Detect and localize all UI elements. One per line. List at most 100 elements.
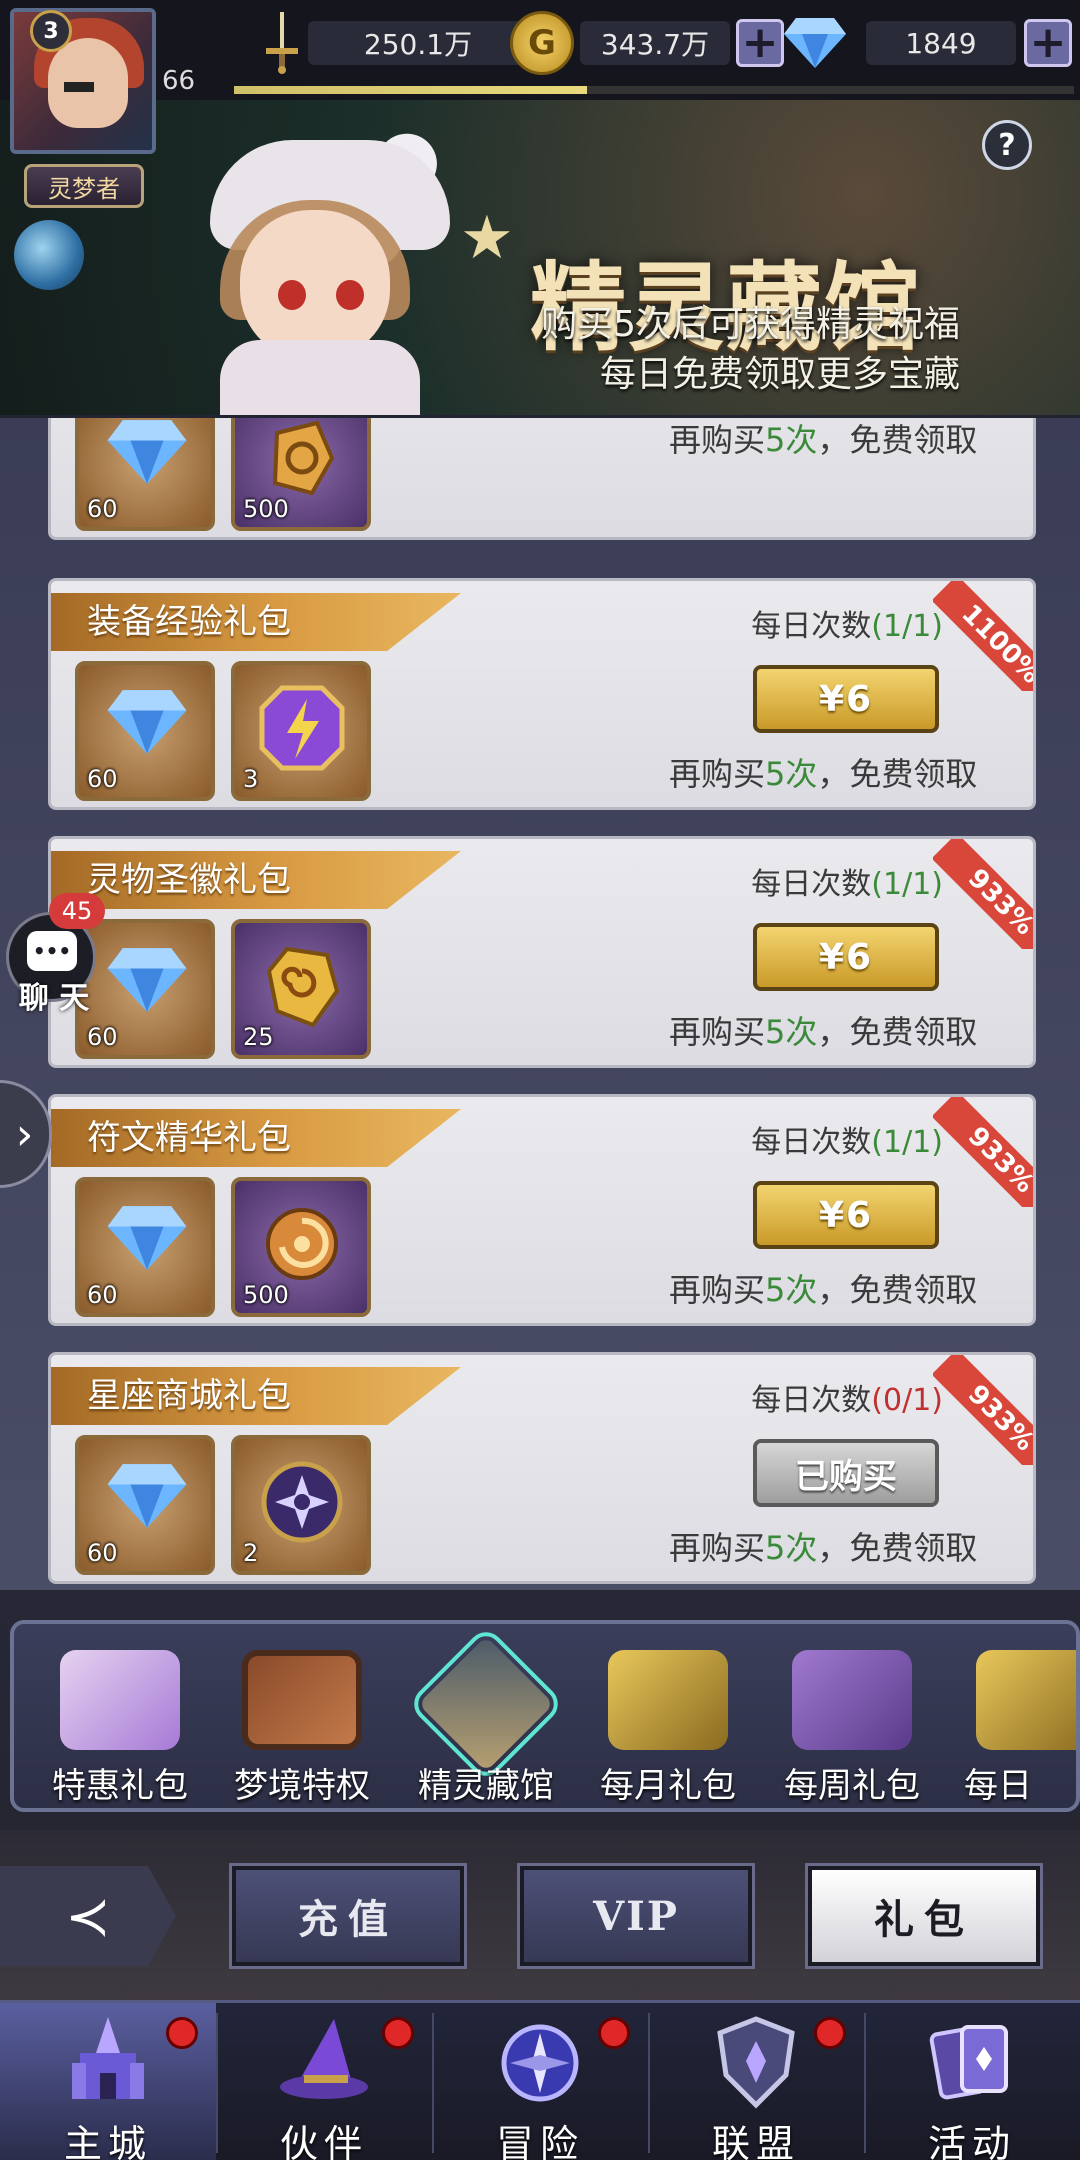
tab-vip[interactable]: VIP	[517, 1863, 755, 1969]
chat-label: 聊 天	[18, 981, 90, 1016]
nav-main-city[interactable]: 主城	[0, 2003, 216, 2160]
diamond-icon	[105, 1461, 189, 1531]
item-qty: 25	[243, 1023, 274, 1051]
gold-resource: G 343.7万 +	[510, 11, 784, 75]
category-label: 每周礼包	[784, 1766, 920, 1806]
diamond-icon	[105, 945, 189, 1015]
bunny-girl-illustration	[180, 123, 480, 415]
pack-card-rune-essence: 符文精华礼包 每日次数(1/1) 933% 60 500 ¥6 再购买5次，免费…	[48, 1094, 1036, 1326]
item-qty: 500	[243, 495, 289, 523]
back-button[interactable]: ≺	[0, 1866, 176, 1966]
item-diamond[interactable]: 60	[75, 418, 215, 531]
player-title[interactable]: 灵梦者	[24, 164, 144, 208]
buy-button[interactable]: ¥6	[753, 665, 939, 733]
item-diamond[interactable]: 60	[75, 1435, 215, 1575]
nav-alliance[interactable]: 联盟	[648, 2003, 864, 2160]
item-diamond[interactable]: 60	[75, 661, 215, 801]
daily-chest-icon	[976, 1650, 1076, 1750]
item-qty: 60	[87, 1023, 118, 1051]
top-resource-bar: 250.1万 G 343.7万 + 1849 + 66	[0, 0, 1080, 100]
category-weekly-gift[interactable]: 每周礼包	[770, 1642, 934, 1808]
category-strip[interactable]: 特惠礼包 梦境特权 精灵藏馆 每月礼包 每周礼包 每日	[10, 1620, 1080, 1812]
nav-partners[interactable]: 伙伴	[216, 2003, 432, 2160]
portrait-frame-icon	[242, 1650, 362, 1750]
item-qty: 60	[87, 1539, 118, 1567]
notification-dot	[598, 2017, 630, 2049]
monthly-chest-icon	[608, 1650, 728, 1750]
category-label: 精灵藏馆	[418, 1766, 554, 1806]
category-label: 每月礼包	[600, 1766, 736, 1806]
item-diamond[interactable]: 60	[75, 1177, 215, 1317]
sword-icon	[258, 10, 306, 74]
daily-count: 每日次数(1/1)	[751, 1125, 943, 1160]
item-secondary[interactable]: 3	[231, 661, 371, 801]
value-ribbon: 933%	[933, 1355, 1033, 1465]
category-spirit-vault[interactable]: 精灵藏馆	[404, 1624, 568, 1808]
category-label: 特惠礼包	[52, 1766, 188, 1806]
buy-button[interactable]: ¥6	[753, 1181, 939, 1249]
spiral-emblem-icon	[257, 941, 347, 1031]
add-gold-button[interactable]: +	[736, 19, 784, 67]
category-monthly-gift[interactable]: 每月礼包	[586, 1642, 750, 1808]
category-dream-privilege[interactable]: 梦境特权	[220, 1642, 384, 1808]
diamond-resource: 1849 +	[782, 18, 1072, 68]
notification-dot	[382, 2017, 414, 2049]
buy-button[interactable]: ¥6	[753, 923, 939, 991]
pack-title: 星座商城礼包	[51, 1367, 461, 1425]
spirit-vault-banner: ★ 精灵藏馆 购买5次后可获得精灵祝福 每日免费领取更多宝藏	[0, 100, 1080, 415]
pack-list[interactable]: 60 500 ¥6 再购买5次，免费领取 装备经验礼包 每日次数(1/1) 11…	[0, 418, 1080, 1590]
nav-label: 联盟	[711, 2122, 800, 2160]
item-secondary[interactable]: 25	[231, 919, 371, 1059]
add-diamond-button[interactable]: +	[1024, 19, 1072, 67]
tab-gift[interactable]: 礼包	[805, 1863, 1043, 1969]
compass-orb-icon	[490, 2013, 590, 2113]
lightning-token-icon	[257, 683, 347, 773]
nav-adventure[interactable]: 冒险	[432, 2003, 648, 2160]
xp-bar-fill	[234, 86, 587, 94]
free-hint: 再购买5次，免费领取	[669, 421, 978, 459]
app: { "player": { "level": "3", "sub_level":…	[0, 0, 1080, 2160]
pack-card-0: 60 500 ¥6 再购买5次，免费领取	[48, 418, 1036, 540]
bought-button[interactable]: 已购买	[753, 1439, 939, 1507]
shield-crest-icon	[706, 2013, 806, 2113]
category-label: 每日	[964, 1766, 1032, 1806]
power-value: 250.1万	[308, 21, 528, 65]
xp-bar	[234, 86, 1074, 94]
potion-icon[interactable]	[14, 220, 84, 290]
pack-title: 符文精华礼包	[51, 1109, 461, 1167]
pack-card-constellation: 星座商城礼包 每日次数(0/1) 933% 60 2 已购买 再购买5次，免费领…	[48, 1352, 1036, 1584]
item-qty: 500	[243, 1281, 289, 1309]
category-special-gift[interactable]: 特惠礼包	[38, 1642, 202, 1808]
chevron-right-icon: ›	[15, 1108, 34, 1160]
category-label: 梦境特权	[234, 1766, 370, 1806]
spirit-vault-icon	[406, 1624, 566, 1784]
item-qty: 60	[87, 495, 118, 523]
gold-value: 343.7万	[580, 21, 730, 65]
pack-title: 装备经验礼包	[51, 593, 461, 651]
castle-icon	[58, 2013, 158, 2113]
item-secondary[interactable]: 500	[231, 1177, 371, 1317]
chat-bubble-icon: •••	[27, 931, 77, 971]
item-qty: 60	[87, 765, 118, 793]
weekly-chest-icon	[792, 1650, 912, 1750]
chat-unread-badge: 45	[49, 893, 105, 929]
nav-events[interactable]: 活动	[864, 2003, 1080, 2160]
item-secondary[interactable]: 500	[231, 418, 371, 531]
help-button[interactable]: ?	[982, 120, 1032, 170]
diamond-icon	[105, 687, 189, 757]
daily-count: 每日次数(0/1)	[751, 1383, 943, 1418]
free-hint: 再购买5次，免费领取	[669, 1013, 978, 1051]
daily-count: 每日次数(1/1)	[751, 867, 943, 902]
value-ribbon: 1100%	[933, 581, 1033, 691]
free-hint: 再购买5次，免费领取	[669, 755, 978, 793]
item-secondary[interactable]: 2	[231, 1435, 371, 1575]
banner-line-1: 购买5次后可获得精灵祝福	[541, 304, 960, 345]
shop-tabs: ≺ 充值 VIP 礼包	[0, 1830, 1080, 2000]
chat-button[interactable]: 45 ••• 聊 天	[6, 893, 105, 1016]
tab-recharge[interactable]: 充值	[229, 1863, 467, 1969]
item-qty: 3	[243, 765, 259, 793]
nav-label: 活动	[927, 2122, 1016, 2160]
notification-dot	[814, 2017, 846, 2049]
rune-scroll-icon	[257, 418, 347, 503]
category-daily-gift[interactable]: 每日	[954, 1642, 1076, 1808]
